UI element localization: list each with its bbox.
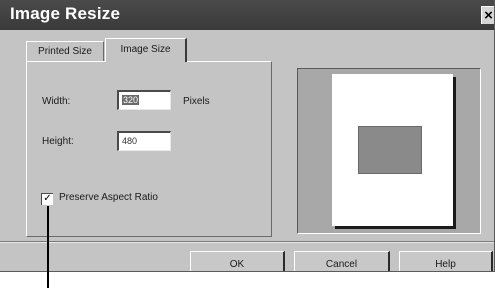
width-unit-label: Pixels <box>183 96 210 107</box>
preserve-aspect-checkbox[interactable]: ✓ <box>41 193 53 205</box>
tab-image-size[interactable]: Image Size <box>105 38 187 62</box>
window-title: Image Resize <box>10 4 121 23</box>
width-value: 320 <box>122 95 140 105</box>
callout-pointer-line <box>47 206 49 288</box>
tab-printed-size[interactable]: Printed Size <box>26 41 104 62</box>
button-separator <box>0 241 494 243</box>
checkmark-icon: ✓ <box>43 193 52 204</box>
height-field[interactable]: 480 <box>117 131 171 151</box>
width-label: Width: <box>42 96 71 107</box>
preserve-aspect-label[interactable]: Preserve Aspect Ratio <box>59 192 158 203</box>
cancel-button[interactable]: Cancel <box>294 251 390 271</box>
close-icon[interactable]: × <box>481 6 494 24</box>
help-button[interactable]: Help <box>399 251 493 271</box>
preview-image-placeholder <box>358 126 422 174</box>
title-bar[interactable]: Image Resize × <box>0 0 494 30</box>
width-field[interactable]: 320 <box>117 90 171 110</box>
image-resize-dialog: Image Resize × Printed Size Image Size W… <box>0 0 495 272</box>
ok-button[interactable]: OK <box>190 251 285 271</box>
height-label: Height: <box>42 136 74 147</box>
